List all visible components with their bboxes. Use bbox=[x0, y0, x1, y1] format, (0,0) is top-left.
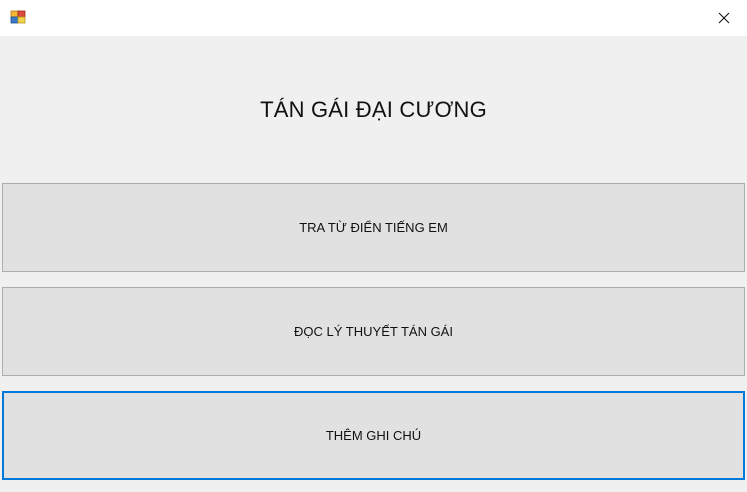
add-note-button-label: THÊM GHI CHÚ bbox=[325, 428, 422, 443]
app-icon bbox=[10, 9, 26, 25]
title-bar[interactable] bbox=[0, 0, 747, 36]
dictionary-button-label: TRA TỪ ĐIỂN TIẾNG EM bbox=[299, 220, 448, 235]
close-icon bbox=[718, 12, 730, 24]
close-button[interactable] bbox=[701, 0, 747, 36]
read-theory-button[interactable]: ĐỌC LÝ THUYẾT TÁN GÁI bbox=[2, 287, 745, 376]
page-title: TÁN GÁI ĐẠI CƯƠNG bbox=[260, 97, 487, 122]
add-note-button[interactable]: THÊM GHI CHÚ bbox=[2, 391, 745, 480]
dictionary-button[interactable]: TRA TỪ ĐIỂN TIẾNG EM bbox=[2, 183, 745, 272]
read-theory-button-label: ĐỌC LÝ THUYẾT TÁN GÁI bbox=[294, 324, 453, 339]
app-window: TÁN GÁI ĐẠI CƯƠNG TRA TỪ ĐIỂN TIẾNG EM Đ… bbox=[0, 0, 747, 492]
